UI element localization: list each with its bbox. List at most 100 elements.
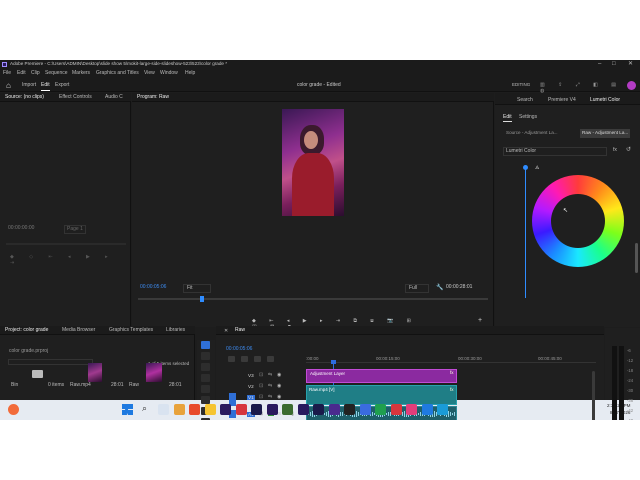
premiere-pro-icon[interactable] [313,404,324,415]
menu-view[interactable]: View [144,71,155,76]
workspace-icons[interactable]: ▥ ⇪ ⤢ ◧ ▤ ◍ [540,82,624,94]
tab-effect-controls[interactable]: Effect Controls [59,95,92,100]
green-app-icon[interactable] [282,404,293,415]
track-lock-icon[interactable]: ⊡ [259,372,263,378]
system-tray[interactable] [560,404,600,415]
search-icon[interactable]: ⌕ [142,403,147,414]
project-item-raw-mp4[interactable]: Raw.mp4 28:01 [68,363,124,394]
photoshop-icon[interactable] [251,404,262,415]
premiere-icon[interactable] [266,404,278,415]
selection-tool-icon[interactable] [201,341,210,349]
track-lock-icon[interactable]: ⊡ [259,394,263,400]
reset-icon[interactable]: ↺ [626,146,631,153]
solo-button[interactable]: S [278,411,281,416]
instagram-icon[interactable] [421,404,433,415]
chrome-2-icon[interactable] [406,404,417,415]
menu-window[interactable]: Window [160,71,178,76]
program-title[interactable]: Program: Raw [137,95,169,100]
home-icon[interactable]: ⌂ [6,81,11,90]
project-item-raw-sequence[interactable]: Raw 28:01 [128,363,184,394]
razor-tool-icon[interactable] [201,374,210,382]
menu-graphics[interactable]: Graphics and Titles [96,71,139,76]
tab-search[interactable]: Search [517,98,533,103]
track-sync-icon[interactable]: ⇆ [268,394,272,400]
menu-sequence[interactable]: Sequence [45,71,68,76]
unreal-icon[interactable] [359,404,371,415]
track-lock-icon[interactable]: ⊡ [259,383,263,389]
timeline-playhead-handle[interactable] [331,360,336,364]
program-transport-controls[interactable]: ◆ ⇤ ◂ ▶ ▸ ⇥ ⧉ ⧈ 📷 ⊞ ◫ ⊠ ⧇ [252,318,432,330]
lumetri-vertical-slider[interactable] [525,168,526,298]
weather-icon[interactable] [8,404,19,415]
color-wheel[interactable] [532,175,624,267]
source-scrubber[interactable] [6,243,126,245]
menu-help[interactable]: Help [185,71,195,76]
snap-icon[interactable] [228,356,235,362]
quality-select[interactable]: Full [405,284,429,293]
fx-toggle[interactable]: fx [613,148,617,153]
menu-markers[interactable]: Markers [72,71,90,76]
tab-audio-clip-mixer[interactable]: Audio C [105,95,123,100]
tab-edit[interactable]: Edit [41,83,50,91]
tab-premiere-v4[interactable]: Premiere V4 [548,98,576,103]
program-scrubber[interactable] [138,298,488,300]
blue-app-icon[interactable] [375,404,386,415]
tab-media-browser[interactable]: Media Browser [62,328,95,333]
photoshop-2-icon[interactable] [344,404,355,415]
workspace-mode[interactable]: EDITING [512,82,530,88]
illustrator-icon[interactable] [235,404,247,415]
source-page-select[interactable]: Page 1 [64,225,86,234]
slip-tool-icon[interactable] [201,385,210,393]
close-tab-icon[interactable]: ✕ [224,328,228,334]
eye-icon[interactable]: ◉ [277,372,281,378]
chrome-icon[interactable] [189,404,200,415]
lumetri-effect-select[interactable]: Lumetri Color [503,147,607,156]
menu-edit[interactable]: Edit [17,71,26,76]
user-avatar[interactable] [627,81,636,90]
start-icon[interactable] [122,404,133,415]
program-timecode[interactable]: 00:00:05:06 [140,285,166,290]
wrench-icon[interactable]: 🔧 [436,284,443,291]
lightroom-icon[interactable] [297,404,309,415]
source-transport-controls[interactable]: ◆ ◇ ⇤ ◂ ▶ ▸ ⇥ [10,254,120,266]
settings-icon[interactable] [437,404,448,415]
add-button-icon[interactable]: + [478,317,482,324]
file-explorer-icon[interactable] [173,404,185,415]
track-select-tool-icon[interactable] [201,352,210,360]
type-tool-icon[interactable] [201,418,210,420]
folder-icon[interactable] [204,404,216,415]
lumetri-scrollbar[interactable] [635,243,638,273]
menu-clip[interactable]: Clip [31,71,40,76]
tab-libraries[interactable]: Libraries [166,328,185,333]
after-effects-icon[interactable] [220,404,231,415]
maximize-button[interactable]: □ [612,61,616,67]
tab-lumetri-color[interactable]: Lumetri Color [590,98,620,103]
timeline-timecode[interactable]: 00:00:05:06 [226,346,252,352]
linked-selection-icon[interactable] [241,356,248,362]
tab-project[interactable]: Project: color grade [5,328,48,333]
wrench-timeline-icon[interactable] [267,356,274,362]
after-effects-2-icon[interactable] [328,404,340,415]
ripple-edit-tool-icon[interactable] [201,363,210,371]
minimize-button[interactable]: – [598,61,601,67]
track-target-v2[interactable] [229,382,236,390]
tab-graphics-templates[interactable]: Graphics Templates [109,328,153,333]
fit-select[interactable]: Fit [183,284,211,293]
source-clip-label[interactable]: Source - Adjustment La... [506,130,558,136]
subtab-settings[interactable]: Settings [519,115,537,120]
pen-tool-icon[interactable] [201,396,210,404]
track-target-v3[interactable] [229,371,236,379]
target-clip-label[interactable]: Raw - Adjustment La... [580,129,631,138]
eye-icon[interactable]: ◉ [277,383,281,389]
subtab-edit[interactable]: Edit [503,115,512,122]
project-item-bin[interactable]: Bin 0 items [8,370,64,392]
close-button[interactable]: ✕ [628,61,633,67]
task-view-icon[interactable] [158,404,169,415]
program-playhead[interactable] [200,296,204,302]
tab-export[interactable]: Export [55,83,69,88]
source-timecode[interactable]: 00:00:00:00 [8,226,34,231]
dropper-icon[interactable]: 🜁 [535,162,539,172]
timeline-tab-raw[interactable]: Raw [235,328,245,333]
track-sync-icon[interactable]: ⇆ [268,383,272,389]
track-sync-icon[interactable]: ⇆ [268,372,272,378]
